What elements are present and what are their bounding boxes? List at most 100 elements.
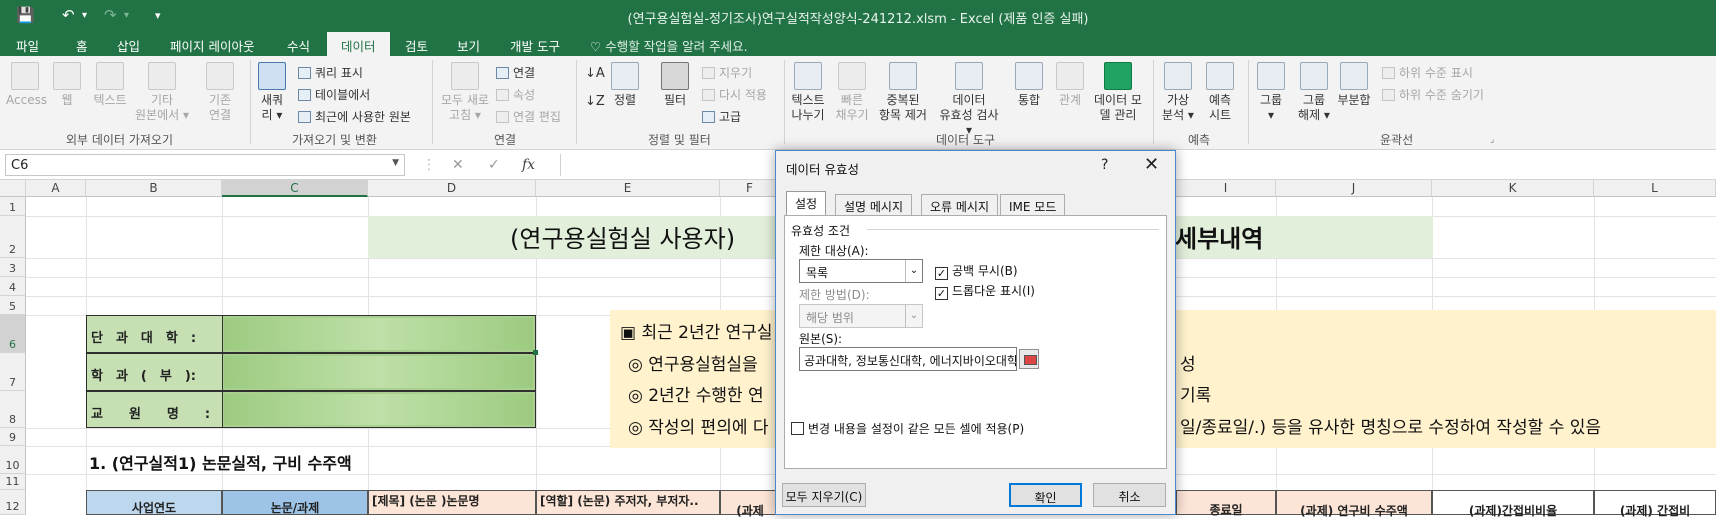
new-query-button[interactable]: 새쿼 리 ▾	[254, 62, 290, 123]
forecast-sheet-button[interactable]: 예측 시트	[1200, 62, 1240, 123]
tab-review[interactable]: 검토	[405, 36, 428, 55]
source-input[interactable]: 공과대학, 정보통신대학, 에너지바이오대학	[799, 347, 1017, 371]
web-button[interactable]: 웹	[52, 62, 82, 108]
table-header-cell[interactable]: (과제) 간접비	[1594, 490, 1716, 518]
outline-launcher-icon[interactable]: ⌟	[1490, 135, 1494, 145]
name-box-dropdown-icon[interactable]: ▼	[392, 158, 399, 168]
row-header[interactable]: 1	[0, 197, 26, 216]
tab-view[interactable]: 보기	[457, 36, 480, 55]
help-icon[interactable]: ?	[1101, 157, 1108, 173]
show-queries-button[interactable]: 쿼리 표시	[298, 64, 363, 81]
group-button[interactable]: 그룹 ▾	[1252, 62, 1290, 123]
fill-handle[interactable]	[533, 350, 538, 355]
row-header[interactable]: 8	[0, 391, 26, 428]
tab-input-message[interactable]: 설명 메시지	[835, 194, 913, 216]
recent-sources-button[interactable]: 최근에 사용한 원본	[298, 108, 411, 125]
tab-home[interactable]: 홈	[76, 36, 88, 55]
data-select[interactable]: 해당 범위 ⌄	[799, 304, 923, 328]
access-button[interactable]: Access	[6, 62, 47, 108]
tab-settings[interactable]: 설정	[786, 191, 827, 216]
column-header-e[interactable]: E	[536, 180, 720, 197]
column-header-j[interactable]: J	[1276, 180, 1432, 197]
column-header-d[interactable]: D	[368, 180, 536, 197]
row-header[interactable]: 2	[0, 216, 26, 258]
column-header-c[interactable]: C	[222, 180, 368, 197]
column-header-b[interactable]: B	[86, 180, 222, 197]
row-header[interactable]: 3	[0, 258, 26, 277]
apply-all-checkbox[interactable]: 변경 내용을 설정이 같은 모든 셀에 적용(P)	[791, 420, 1024, 437]
flash-fill-button[interactable]: 빠른 채우기	[832, 62, 872, 123]
row-header[interactable]: 11	[0, 474, 26, 490]
column-header-a[interactable]: A	[26, 180, 86, 197]
show-detail-button[interactable]: 하위 수준 표시	[1382, 64, 1473, 81]
tab-ime-mode[interactable]: IME 모드	[1000, 194, 1066, 216]
clear-filter-button[interactable]: 지우기	[702, 64, 752, 81]
info-row-department[interactable]: 학 과 ( 부 ):	[86, 353, 536, 391]
allow-select[interactable]: 목록 ⌄	[799, 259, 923, 283]
table-header-cell[interactable]: 사업연도	[86, 490, 222, 515]
column-header-f[interactable]: F	[720, 180, 780, 197]
tab-file[interactable]: 파일	[16, 36, 39, 55]
cancel-formula-icon[interactable]: ✕	[452, 157, 464, 173]
sort-button[interactable]: 정렬	[608, 62, 642, 108]
row-header[interactable]: 7	[0, 353, 26, 391]
other-sources-button[interactable]: 기타 원본에서 ▾	[134, 62, 190, 123]
tab-developer[interactable]: 개발 도구	[510, 36, 560, 55]
ok-button[interactable]: 확인	[1009, 483, 1082, 507]
what-if-button[interactable]: 가상 분석 ▾	[1158, 62, 1198, 123]
connections-button[interactable]: 연결	[496, 64, 535, 81]
data-model-button[interactable]: 데이터 모델 관리	[1090, 62, 1146, 123]
row-header[interactable]: 5	[0, 296, 26, 315]
data-validation-button[interactable]: 데이터 유효성 검사 ▾	[936, 62, 1002, 138]
column-header-k[interactable]: K	[1432, 180, 1594, 197]
clear-all-button[interactable]: 모두 지우기(C)	[782, 483, 866, 507]
ignore-blank-checkbox[interactable]: ✓ 공백 무시(B)	[935, 262, 1018, 280]
sort-descending-icon[interactable]: ↓Z	[585, 94, 605, 109]
reapply-button[interactable]: 다시 적용	[702, 86, 767, 103]
advanced-filter-button[interactable]: 고급	[702, 108, 741, 125]
relationships-button[interactable]: 관계	[1052, 62, 1088, 108]
info-value-cell[interactable]	[224, 356, 533, 388]
hide-detail-button[interactable]: 하위 수준 숨기기	[1382, 86, 1484, 103]
info-value-cell[interactable]	[224, 318, 533, 350]
info-value-cell[interactable]	[224, 394, 533, 425]
table-header-cell[interactable]: [제목] (논문 )논문명	[368, 490, 536, 515]
row-header[interactable]: 4	[0, 277, 26, 296]
ungroup-button[interactable]: 그룹 해제 ▾	[1294, 62, 1334, 123]
table-header-cell[interactable]: 종료일	[1176, 490, 1276, 517]
in-cell-dropdown-checkbox[interactable]: ✓ 드롭다운 표시(I)	[935, 282, 1035, 300]
cancel-button[interactable]: 취소	[1093, 483, 1166, 507]
sort-ascending-icon[interactable]: ↓A	[585, 66, 605, 81]
collapse-dialog-icon[interactable]	[1019, 349, 1039, 369]
tab-data[interactable]: 데이터	[327, 32, 390, 56]
tab-page-layout[interactable]: 페이지 레이아웃	[170, 36, 254, 55]
row-header[interactable]: 6	[0, 315, 26, 353]
enter-formula-icon[interactable]: ✓	[488, 157, 500, 173]
close-icon[interactable]: ✕	[1144, 154, 1159, 175]
row-header[interactable]: 12	[0, 490, 26, 515]
tell-me-box[interactable]: ♡ 수행할 작업을 알려 주세요.	[590, 36, 748, 55]
properties-button[interactable]: 속성	[496, 86, 535, 103]
tab-error-alert[interactable]: 오류 메시지	[921, 194, 999, 216]
name-box[interactable]: C6 ▼	[5, 154, 405, 176]
refresh-all-button[interactable]: 모두 새로 고침 ▾	[436, 62, 494, 123]
remove-duplicates-button[interactable]: 중복된 항목 제거	[872, 62, 934, 123]
table-header-cell[interactable]: (과제)간접비비율	[1432, 490, 1594, 518]
table-header-cell[interactable]: [역할] (논문) 주저자, 부저자..	[536, 490, 720, 515]
subtotal-button[interactable]: 부분합	[1334, 62, 1374, 108]
column-header-i[interactable]: I	[1176, 180, 1276, 197]
existing-connections-button[interactable]: 기존 연결	[200, 62, 240, 123]
row-header[interactable]: 10	[0, 446, 26, 474]
select-all-corner[interactable]	[0, 180, 26, 197]
table-header-cell[interactable]: 논문/과제	[222, 490, 368, 515]
tab-insert[interactable]: 삽입	[117, 36, 140, 55]
text-to-columns-button[interactable]: 텍스트 나누기	[788, 62, 828, 123]
from-text-button[interactable]: 텍스트	[88, 62, 132, 108]
table-header-cell[interactable]: (과제) 연구비 수주액	[1276, 490, 1432, 518]
table-header-cell[interactable]: (과제	[720, 490, 780, 518]
filter-button[interactable]: 필터	[658, 62, 692, 108]
column-header-l[interactable]: L	[1594, 180, 1716, 197]
info-row-professor[interactable]: 교 원 명 :	[86, 391, 536, 428]
info-row-college[interactable]: 단 과 대 학 :	[86, 315, 536, 353]
edit-links-button[interactable]: 연결 편집	[496, 108, 561, 125]
